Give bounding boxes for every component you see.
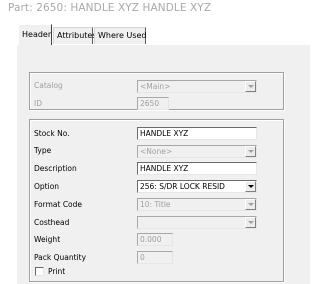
catalog-dropdown[interactable]: <Main> xyxy=(137,80,257,93)
weight-field[interactable]: 0.000 xyxy=(137,233,173,246)
tab-header[interactable]: Header xyxy=(18,24,52,45)
format-code-value: 10: Title xyxy=(140,200,171,209)
id-label: ID xyxy=(34,99,42,108)
option-dropdown[interactable]: 256: S/DR LOCK RESID xyxy=(137,180,257,193)
catalog-value: <Main> xyxy=(140,82,171,91)
chevron-down-icon xyxy=(248,85,254,88)
format-code-dropdown-button[interactable] xyxy=(245,199,256,210)
id-field[interactable]: 2650 xyxy=(137,97,169,110)
type-value: <None> xyxy=(140,147,173,156)
print-checkbox[interactable] xyxy=(35,267,44,276)
stock-no-field[interactable]: HANDLE XYZ xyxy=(137,127,257,140)
weight-label: Weight xyxy=(34,235,61,244)
pack-quantity-label: Pack Quantity xyxy=(34,253,87,262)
print-label: Print xyxy=(48,267,66,276)
costhead-label: Costhead xyxy=(34,218,70,227)
catalog-label: Catalog xyxy=(34,81,63,90)
option-label: Option xyxy=(34,182,60,191)
description-field[interactable]: HANDLE XYZ xyxy=(137,162,257,175)
chevron-down-icon xyxy=(248,203,254,206)
tab-attributes[interactable]: Attributes xyxy=(53,27,97,44)
part-window: Part: 2650: HANDLE XYZ HANDLE XYZ Header… xyxy=(0,0,312,284)
pack-quantity-field[interactable]: 0 xyxy=(137,251,173,264)
option-value: 256: S/DR LOCK RESID xyxy=(140,182,225,191)
type-label: Type xyxy=(34,146,52,155)
type-dropdown[interactable]: <None> xyxy=(137,145,257,158)
description-label: Description xyxy=(34,164,77,173)
type-dropdown-button[interactable] xyxy=(245,146,256,157)
costhead-dropdown-button[interactable] xyxy=(245,217,256,228)
window-title: Part: 2650: HANDLE XYZ HANDLE XYZ xyxy=(8,2,212,14)
chevron-down-icon xyxy=(248,185,254,188)
chevron-down-icon xyxy=(248,150,254,153)
stock-no-label: Stock No. xyxy=(34,129,70,138)
catalog-dropdown-button[interactable] xyxy=(245,81,256,92)
format-code-label: Format Code xyxy=(34,200,83,209)
chevron-down-icon xyxy=(248,221,254,224)
format-code-dropdown[interactable]: 10: Title xyxy=(137,198,257,211)
tab-where-used[interactable]: Where Used xyxy=(94,27,147,44)
option-dropdown-button[interactable] xyxy=(245,181,256,192)
costhead-dropdown[interactable] xyxy=(137,216,257,229)
header-tab-panel: Catalog <Main> ID 2650 Stock No. HANDLE … xyxy=(16,44,310,284)
